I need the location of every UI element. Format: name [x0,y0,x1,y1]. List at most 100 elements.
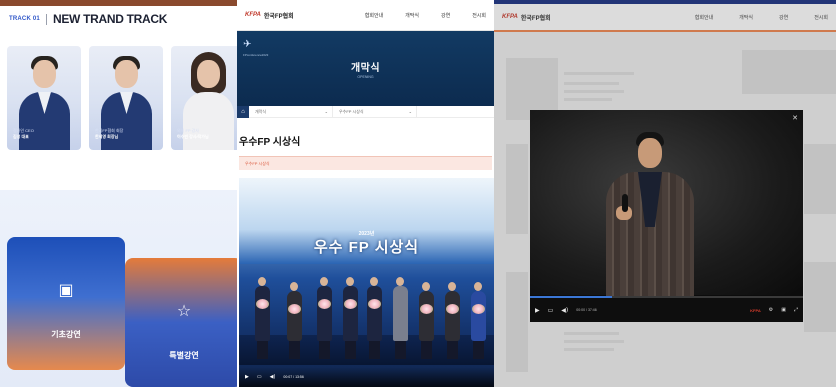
speaker-list: 정가인 CEO 김성 대표 한국FP협회 회장 한세영 회장님 외식 FP 강사… [7,46,237,150]
logo-name: 한국FP협회 [263,13,294,20]
lecture-video-panel: KFPA 한국FP협회 협회안내 개막식 강연 전시회 ✕ ▶ ▭ ◀) 00:… [494,4,836,387]
speaker-role: 외식 FP 강사 [177,128,199,133]
speaker-card-2[interactable]: 한국FP협회 회장 한세영 회장님 [89,46,163,150]
captions-icon[interactable]: ▭ [257,374,262,380]
menu-item-opening[interactable]: 개막식 [405,12,419,19]
play-screen-icon: ▣ [58,280,74,299]
award-ceremony-panel: KFPA 한국FP협회 협회안내 개막식 강연 전시회 ✈ FPconferen… [237,0,494,387]
speaker-name: 이수빈 강사/작가님 [177,134,209,139]
hero-title: 개막식 [350,63,381,74]
home-icon[interactable]: ⌂ [237,105,249,118]
star-hand-icon: ☆ [176,301,192,320]
breadcrumb-select-2[interactable]: 우수FP 시상식 ⌄ [333,105,417,118]
speaker-face [115,60,138,88]
chevron-down-icon: ⌄ [324,109,328,114]
speaker-outfit [183,92,234,150]
dimmed-text-line [564,348,614,351]
speaker-role: 한국FP협회 회장 [95,128,124,133]
speaker-card-1[interactable]: 정가인 CEO 김성 대표 [7,46,81,150]
track-page-panel: TRACK 01 NEW TRAND TRACK 정가인 CEO 김성 대표 한… [0,0,237,387]
dimmed-speaker-photo [506,272,528,372]
speaker-name: 한세영 회장님 [95,134,119,139]
play-icon[interactable]: ▶ [535,307,540,314]
dimmed-text-line [564,82,619,85]
notice-bar: 우수FP 시상식 [239,156,492,170]
settings-icon[interactable]: ⚙ [769,307,773,313]
breadcrumb-label-1: 개막식 [255,108,267,114]
dimmed-text-line [564,340,624,343]
awardee-figure [367,277,382,359]
menu-item-lectures[interactable]: 강연 [441,12,450,19]
dimmed-thumbnail [804,262,836,332]
breadcrumb-select-1[interactable]: 개막식 ⌄ [249,105,333,118]
emblem-text: FPconference2023 [243,53,269,57]
lecturer-figure [600,132,700,297]
pip-icon[interactable]: ▣ [781,307,786,313]
menu-item-lectures[interactable]: 강연 [779,14,788,21]
menu-item-about[interactable]: 협회안내 [695,14,713,21]
speaker-caption: 정가인 CEO 김성 대표 [13,128,34,140]
menu-item-exhibition[interactable]: 전시회 [472,12,486,19]
basic-lecture-card[interactable]: ▣ 기초강연 [7,237,125,370]
banner-title: 우수 FP 시상식 [313,239,420,256]
video-controls: ▶ ▭ ◀) 00:07 / 13:56 [239,367,494,387]
main-menu: 협회안내 개막식 강연 전시회 [365,12,486,19]
special-lecture-card[interactable]: ☆ 특별강연 [125,258,237,387]
basic-lecture-label: 기초강연 [51,330,81,339]
special-lecture-label: 특별강연 [169,351,199,360]
logo-mark: KFPA [502,14,518,20]
track-title: NEW TRAND TRACK [52,12,168,26]
menu-item-exhibition[interactable]: 전시회 [814,14,828,21]
global-nav: KFPA 한국FP협회 협회안내 개막식 강연 전시회 [237,0,494,31]
dimmed-speaker-photo [506,144,528,234]
close-icon[interactable]: ✕ [791,114,799,122]
awardee-figure [343,277,358,359]
main-menu: 협회안내 개막식 강연 전시회 [695,14,828,21]
awardee-figure [317,277,332,359]
player-brand: KFPA [750,307,761,313]
awardee-figure [419,282,434,359]
awardee-figure [255,277,270,359]
volume-icon[interactable]: ◀) [561,307,568,314]
speaker-face [197,60,220,88]
track-header: TRACK 01 NEW TRAND TRACK [9,12,167,26]
speaker-name: 김성 대표 [13,134,29,139]
speaker-card-3[interactable]: 외식 FP 강사 이수빈 강사/작가님 [171,46,237,150]
awardee-figure [393,277,408,359]
track-number: TRACK 01 [9,16,40,22]
hero-subtitle: OPENING [357,75,374,79]
speaker-role: 정가인 CEO [13,128,34,133]
menu-item-opening[interactable]: 개막식 [739,14,753,21]
page-title: 우수FP 시상식 [239,137,301,148]
ceremony-video[interactable]: 2023년 우수 FP 시상식 [239,178,494,387]
dimmed-text-line [564,98,612,101]
awardee-figure [445,282,460,359]
dimmed-thumbnail [742,50,836,94]
captions-icon[interactable]: ▭ [548,307,554,314]
video-time: 00:00 / 37:46 [576,308,597,312]
kfpa-logo[interactable]: KFPA 한국FP협회 [502,13,551,22]
video-controls: ▶ ▭ ◀) 00:00 / 37:46 KFPA ⚙ ▣ ⤢ [530,298,803,322]
dimmed-text-line [564,332,619,335]
header-divider [45,13,47,25]
speaker-face [33,60,56,88]
breadcrumb: ⌂ 개막식 ⌄ 우수FP 시상식 ⌄ [237,105,494,118]
menu-item-about[interactable]: 협회안내 [365,12,383,19]
dimmed-text-line [564,90,624,93]
awardee-figure [287,282,302,359]
hero-banner: ✈ FPconference2023 개막식 OPENING [237,31,494,106]
volume-icon[interactable]: ◀) [270,374,276,380]
screenshot-collage: TRACK 01 NEW TRAND TRACK 정가인 CEO 김성 대표 한… [0,0,836,387]
speaker-caption: 한국FP협회 회장 한세영 회장님 [95,128,123,140]
logo-name: 한국FP협회 [520,15,551,22]
breadcrumb-label-2: 우수FP 시상식 [339,108,364,114]
awardee-figure [471,282,486,359]
lecture-video-player[interactable]: ✕ ▶ ▭ ◀) 00:00 / 37:46 KFPA ⚙ ▣ ⤢ [530,110,803,322]
dimmed-thumbnail [804,144,836,214]
kfpa-logo[interactable]: KFPA 한국FP협회 [245,11,294,20]
dimmed-text-line [564,72,634,75]
global-nav: KFPA 한국FP협회 협회안내 개막식 강연 전시회 [494,4,836,30]
fullscreen-icon[interactable]: ⤢ [794,307,798,313]
logo-mark: KFPA [245,12,261,18]
play-icon[interactable]: ▶ [245,374,249,380]
